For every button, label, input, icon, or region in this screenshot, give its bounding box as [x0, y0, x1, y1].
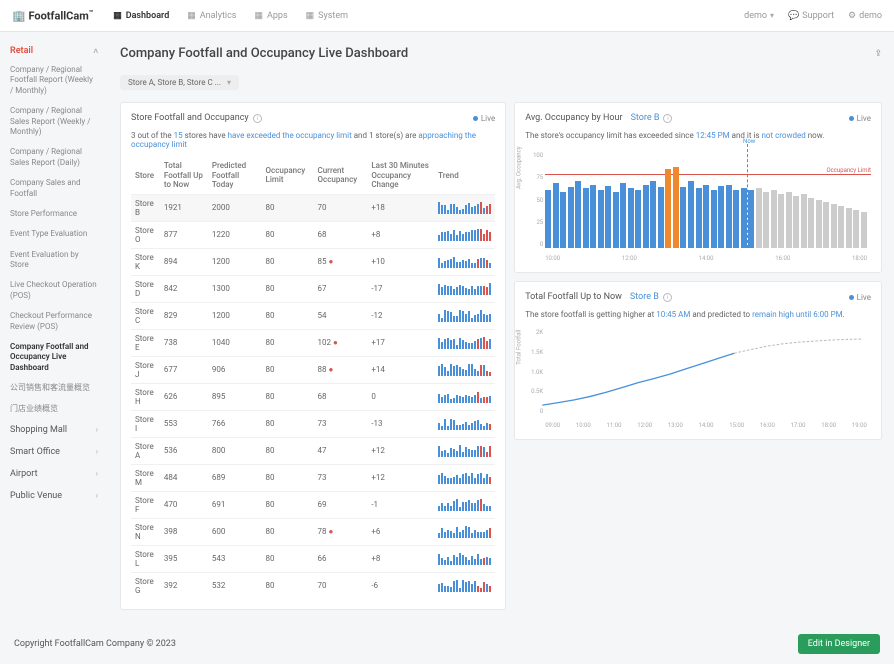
occupancy-bar-chart: Avg. Occupancy 1007550250 Now Occupancy … — [525, 152, 871, 262]
table-row[interactable]: Store C82912008054 -12 — [131, 302, 495, 329]
column-header[interactable]: Total Footfall Up to Now — [160, 157, 208, 194]
bar-panel-store[interactable]: Store B — [631, 113, 660, 123]
info-icon[interactable]: i — [663, 114, 672, 123]
logo: 🏢 FootfallCam™ — [12, 9, 93, 23]
store-table: StoreTotal Footfall Up to NowPredicted F… — [131, 157, 495, 599]
warning-icon: ● — [328, 527, 333, 536]
footer: Copyright FootfallCam Company © 2023 Edi… — [0, 624, 894, 664]
export-icon[interactable]: ⇪ — [874, 49, 882, 59]
sidebar-item[interactable]: 门店业绩概览 — [0, 399, 108, 419]
page-title: Company Footfall and Occupancy Live Dash… — [120, 46, 408, 61]
table-row[interactable]: Store I5537668073 -13 — [131, 410, 495, 437]
main-content: Company Footfall and Occupancy Live Dash… — [108, 32, 894, 624]
line-summary: The store footfall is getting higher at … — [525, 310, 871, 319]
demo-menu[interactable]: demo▾ — [744, 11, 774, 21]
sidebar: Retail˄ Company / Regional Footfall Repo… — [0, 32, 108, 624]
sidebar-item[interactable]: Company Sales and Footfall — [0, 173, 108, 204]
column-header[interactable]: Predicted Footfall Today — [208, 157, 262, 194]
column-header[interactable]: Occupancy Limit — [262, 157, 314, 194]
nav-tab-dashboard[interactable]: ▦Dashboard — [113, 11, 169, 21]
sidebar-item[interactable]: Company / Regional Footfall Report (Week… — [0, 60, 108, 101]
bar-panel-title: Avg. Occupancy by Hour — [525, 113, 622, 123]
table-row[interactable]: Store A5368008047 +12 — [131, 437, 495, 464]
sidebar-item[interactable]: Event Type Evaluation — [0, 224, 108, 244]
sidebar-item[interactable]: 公司销售和客流量概览 — [0, 378, 108, 398]
line-panel-store[interactable]: Store B — [630, 292, 659, 302]
live-badge: Live — [849, 293, 871, 302]
chevron-down-icon: ▾ — [227, 78, 231, 87]
copyright: Copyright FootfallCam Company © 2023 — [14, 639, 176, 649]
table-row[interactable]: Store F4706918069 -1 — [131, 491, 495, 518]
chevron-up-icon: ˄ — [93, 47, 98, 56]
table-row[interactable]: Store B192120008070 +18 — [131, 194, 495, 221]
table-row[interactable]: Store M4846898073 +12 — [131, 464, 495, 491]
app-header: 🏢 FootfallCam™ ▦Dashboard ▦Analytics ▦Apps… — [0, 0, 894, 32]
sidebar-section-collapsed[interactable]: Airport› — [0, 463, 108, 485]
sidebar-item[interactable]: Company Footfall and Occupancy Live Dash… — [0, 337, 108, 378]
user-menu[interactable]: ⚙demo — [848, 11, 882, 21]
nav-tab-apps[interactable]: ▦Apps — [254, 11, 287, 21]
sidebar-section-retail[interactable]: Retail˄ — [0, 42, 108, 60]
table-row[interactable]: Store K89412008085 ●+10 — [131, 248, 495, 275]
warning-icon: ● — [328, 257, 333, 266]
bar-summary: The store's occupancy limit has exceeded… — [525, 131, 871, 140]
table-row[interactable]: Store D84213008067 -17 — [131, 275, 495, 302]
column-header[interactable]: Store — [131, 157, 160, 194]
sidebar-item[interactable]: Event Evaluation by Store — [0, 245, 108, 276]
nav-tabs: ▦Dashboard ▦Analytics ▦Apps ▦System — [113, 11, 348, 21]
nav-tab-system[interactable]: ▦System — [306, 11, 348, 21]
table-row[interactable]: Store L3955438066 +8 — [131, 545, 495, 572]
table-row[interactable]: Store J6779068088 ●+14 — [131, 356, 495, 383]
sidebar-section-collapsed[interactable]: Smart Office› — [0, 441, 108, 463]
sidebar-item[interactable]: Company / Regional Sales Report (Daily) — [0, 142, 108, 173]
bar-chart-panel: Avg. Occupancy by Hour Store B i Live Th… — [514, 102, 882, 273]
column-header[interactable]: Current Occupancy — [314, 157, 368, 194]
live-badge: Live — [473, 114, 495, 123]
chat-icon: 💬 — [788, 11, 799, 21]
footfall-line-chart: Total Footfall 2K1.5K1.0K0.5K0 09:0010:0… — [525, 329, 871, 429]
warning-icon: ● — [328, 365, 333, 374]
support-link[interactable]: 💬Support — [788, 11, 834, 21]
info-icon[interactable]: i — [253, 114, 262, 123]
gear-icon: ⚙ — [848, 11, 856, 21]
table-row[interactable]: Store O87712208068 +8 — [131, 221, 495, 248]
sidebar-section-collapsed[interactable]: Shopping Mall› — [0, 419, 108, 441]
table-row[interactable]: Store H6268958068 0 — [131, 383, 495, 410]
store-selector[interactable]: Store A, Store B, Store C ...▾ — [120, 75, 239, 90]
line-chart-panel: Total Footfall Up to Now Store B i Live … — [514, 281, 882, 440]
nav-tab-analytics[interactable]: ▦Analytics — [187, 11, 236, 21]
column-header[interactable]: Trend — [434, 157, 495, 194]
live-badge: Live — [849, 114, 871, 123]
line-panel-title: Total Footfall Up to Now — [525, 292, 622, 302]
table-summary: 3 out of the 15 stores have have exceede… — [131, 131, 495, 149]
table-row[interactable]: Store N3986008078 ●+6 — [131, 518, 495, 545]
edit-designer-button[interactable]: Edit in Designer — [798, 634, 880, 654]
info-icon[interactable]: i — [663, 293, 672, 302]
table-row[interactable]: Store E738104080102 ●+17 — [131, 329, 495, 356]
sidebar-section-collapsed[interactable]: Public Venue› — [0, 485, 108, 507]
table-row[interactable]: Store G3925328070 -6 — [131, 572, 495, 599]
sidebar-item[interactable]: Live Checkout Operation (POS) — [0, 275, 108, 306]
column-header[interactable]: Last 30 Minutes Occupancy Change — [367, 157, 434, 194]
header-right: demo▾ 💬Support ⚙demo — [744, 11, 882, 21]
sidebar-item[interactable]: Company / Regional Sales Report (Weekly … — [0, 101, 108, 142]
table-panel: Store Footfall and Occupancy i Live 3 ou… — [120, 102, 506, 610]
warning-icon: ● — [333, 338, 338, 347]
sidebar-item[interactable]: Checkout Performance Review (POS) — [0, 306, 108, 337]
sidebar-item[interactable]: Store Performance — [0, 204, 108, 224]
table-panel-title: Store Footfall and Occupancy — [131, 113, 249, 123]
